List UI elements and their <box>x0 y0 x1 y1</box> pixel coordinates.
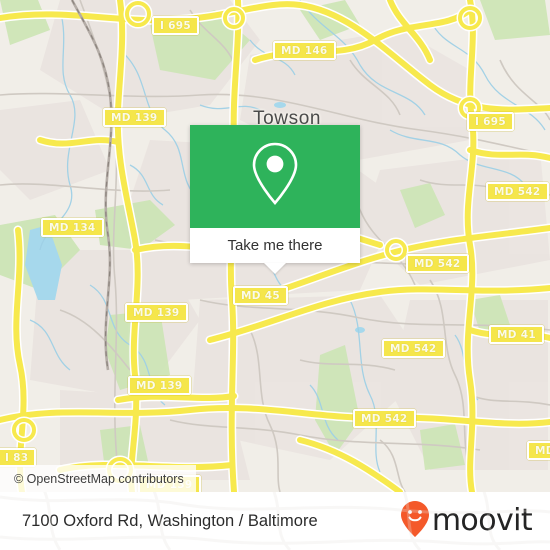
road-shield[interactable]: MD 139 <box>103 108 166 127</box>
moovit-wordmark: moovit <box>431 503 533 538</box>
road-shield[interactable]: MD 542 <box>382 339 445 358</box>
take-me-there-label: Take me there <box>227 237 323 254</box>
location-popup[interactable]: Take me there <box>190 125 360 274</box>
road-shield[interactable]: MD 542 <box>353 409 416 428</box>
road-shield[interactable]: MD 542 <box>406 254 469 273</box>
take-me-there-button[interactable]: Take me there <box>190 228 360 263</box>
road-shield[interactable]: MD 542 <box>486 182 549 201</box>
popup-pointer <box>264 263 286 274</box>
attribution-text: © OpenStreetMap contributors <box>14 471 184 486</box>
road-shield[interactable]: MD 146 <box>273 41 336 60</box>
address-label: 7100 Oxford Rd, Washington / Baltimore <box>22 511 318 530</box>
road-shield[interactable]: MD 139 <box>128 376 191 395</box>
road-shield[interactable]: MD 41 <box>489 325 544 344</box>
footer-bar: 7100 Oxford Rd, Washington / Baltimore m… <box>0 492 550 550</box>
road-shield[interactable]: MD 139 <box>125 303 188 322</box>
moovit-pin-icon <box>400 500 430 543</box>
moovit-logo[interactable]: moovit <box>400 500 533 543</box>
road-shield[interactable]: MD <box>527 441 550 460</box>
popup-body <box>190 125 360 228</box>
road-shield[interactable]: I 695 <box>467 112 514 131</box>
road-shield[interactable]: I 695 <box>152 16 199 35</box>
road-shield[interactable]: MD 134 <box>41 218 104 237</box>
moovit-map-screen: Towson I 695 MD 146 MD 139 I 695 MD 542 … <box>0 0 550 550</box>
map-pin-icon <box>249 141 301 212</box>
map-attribution[interactable]: © OpenStreetMap contributors <box>0 465 196 492</box>
map-viewport[interactable]: Towson I 695 MD 146 MD 139 I 695 MD 542 … <box>0 0 550 492</box>
road-shield[interactable]: MD 45 <box>233 286 288 305</box>
